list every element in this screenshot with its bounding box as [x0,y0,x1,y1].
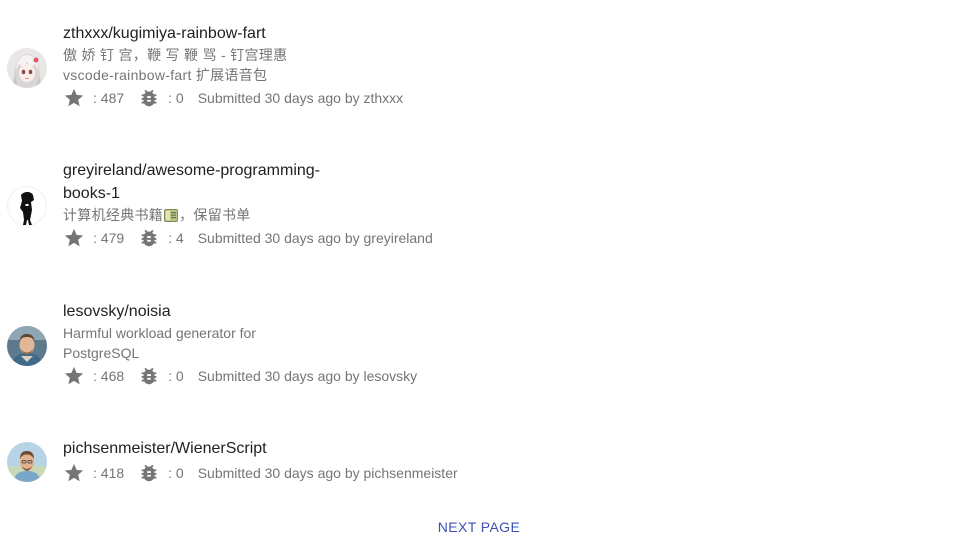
bug-icon [138,462,160,484]
star-icon [63,87,85,109]
repo-title-link[interactable]: zthxxx/kugimiya-rainbow-fart [63,22,328,45]
avatar[interactable] [7,48,47,88]
star-icon [63,462,85,484]
avatar[interactable] [7,326,47,366]
dark-figure-avatar-icon [7,186,47,226]
star-count: : 468 [93,368,125,384]
repo-description-line: vscode-rainbow-fart 扩展语音包 [63,67,268,83]
issue-count: : 0 [168,90,184,106]
repo-description-text: 计算机经典书籍 [63,207,164,223]
star-count: : 418 [93,465,125,481]
star-icon [63,365,85,387]
issue-count: : 0 [168,368,184,384]
next-page-button[interactable]: NEXT PAGE [0,519,958,535]
anime-girl-avatar-icon [7,48,47,88]
bug-icon [138,227,160,249]
star-count: : 487 [93,90,125,106]
submitted-info: Submitted 30 days ago by zthxxx [197,90,404,106]
issue-count: : 4 [168,230,184,246]
ledger-emoji-icon [164,207,179,222]
bug-icon [138,365,160,387]
repo-description: 计算机经典书籍 ，保留书单 [63,205,483,225]
submitted-info: Submitted 30 days ago by greyireland [197,230,433,246]
submitted-info: Submitted 30 days ago by pichsenmeister [197,465,458,481]
man-photo-avatar-icon [7,326,47,366]
repo-description-line: 傲 娇 钉 宫，鞭 写 鞭 骂 - 钉宫理惠 [63,47,288,63]
avatar[interactable] [7,186,47,226]
star-count: : 479 [93,230,125,246]
repo-meta: : 418 : 0 Submitted 30 days ago by pichs… [63,460,483,486]
repo-title-link[interactable]: lesovsky/noisia [63,300,328,323]
repo-title-link[interactable]: pichsenmeister/WienerScript [63,437,328,460]
man-outdoor-photo-avatar-icon [7,442,47,482]
repo-meta: : 468 : 0 Submitted 30 days ago by lesov… [63,363,483,389]
issue-count: : 0 [168,465,184,481]
bug-icon [138,87,160,109]
repo-meta: : 479 : 4 Submitted 30 days ago by greyi… [63,225,483,251]
star-icon [63,227,85,249]
repo-description-text: ，保留书单 [179,207,251,223]
repo-description: 傲 娇 钉 宫，鞭 写 鞭 骂 - 钉宫理惠 vscode-rainbow-fa… [63,45,483,85]
repo-title-link[interactable]: greyireland/awesome-programming-books-1 [63,159,328,205]
repo-description: Harmful workload generator for PostgreSQ… [63,325,256,361]
submitted-info: Submitted 30 days ago by lesovsky [197,368,418,384]
repo-meta: : 487 : 0 Submitted 30 days ago by zthxx… [63,85,483,111]
avatar[interactable] [7,442,47,482]
